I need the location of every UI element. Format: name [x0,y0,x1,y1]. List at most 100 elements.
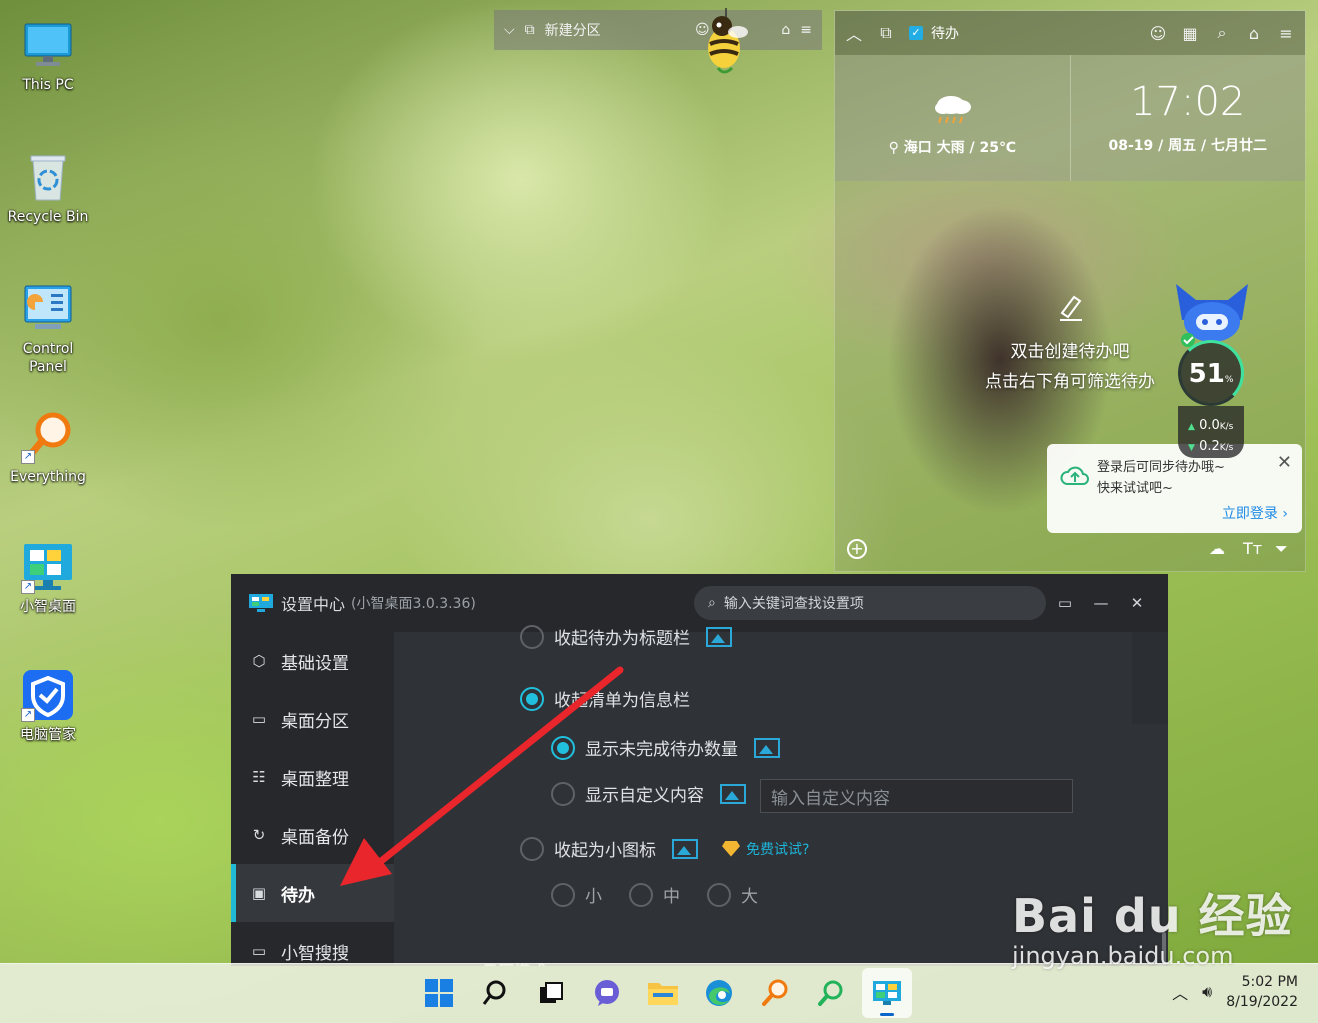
option-label: 收起为小图标 [554,841,656,861]
option-size-medium[interactable]: 中 [629,882,680,907]
radio-button[interactable] [551,781,575,806]
sidebar-item-backup[interactable]: ↻ 桌面备份 [231,806,394,864]
chevron-up-icon[interactable]: ︿ [1172,980,1188,1004]
radio-button[interactable] [551,735,575,760]
taskbar-search-button[interactable] [470,968,520,1018]
speaker-icon[interactable]: 🔊︎ [1202,982,1212,1002]
checkbox-icon[interactable]: ✓ [909,26,923,40]
empty-hint-line2: 点击右下角可筛选待办 [985,372,1155,392]
desktop-icon-control-panel[interactable]: Control Panel [4,282,92,376]
clock-date: 08-19 / 周五 / 七月廿二 [1108,138,1268,154]
menu-icon[interactable]: ≡ [800,22,812,38]
search-icon [482,980,506,1005]
radio-button[interactable] [551,882,575,907]
filter-icon[interactable]: ⏷ [1275,539,1288,559]
desktop-icon-everything[interactable]: ↗ Everything [4,410,92,486]
option-collapse-small-icon[interactable]: 收起为小图标 免费试试? [520,836,809,861]
free-trial-link[interactable]: 免费试试? [722,839,809,859]
add-todo-icon[interactable]: + [847,539,867,559]
radio-button[interactable] [707,882,731,907]
taskbar-clock[interactable]: 5:02 PM 8/19/2022 [1226,972,1298,1012]
skin-icon[interactable]: ⌂ [781,22,790,38]
weather-location: ⚲ 海口 大雨 / 25℃ [835,137,1070,157]
weather-panel[interactable]: ⚲ 海口 大雨 / 25℃ [835,55,1071,181]
sidebar-item-label: 桌面备份 [281,827,349,848]
memory-usage-ring: 51% [1178,340,1244,406]
menu-icon[interactable]: ≡ [1277,24,1295,43]
minimize-button[interactable]: — [1084,594,1118,612]
sidebar-item-organize[interactable]: ☷ 桌面整理 [231,748,394,806]
image-preview-icon[interactable] [672,838,698,859]
option-collapse-title-bar[interactable]: 收起待办为标题栏 [520,624,732,649]
sidebar-item-todo[interactable]: ▣ 待办 [231,864,394,922]
shortcut-arrow-icon: ↗ [21,580,35,594]
empty-hint-line1: 双击创建待办吧 [1010,342,1130,362]
skin-icon[interactable]: ⌂ [1245,24,1263,43]
chevron-down-icon[interactable]: ⌵ [504,22,515,38]
settings-version: (小智桌面3.0.3.36) [351,596,476,612]
desktop-icon-label: Recycle Bin [7,209,89,225]
option-collapse-info-bar[interactable]: 收起清单为信息栏 [520,686,690,711]
desktop-icon-recycle-bin[interactable]: Recycle Bin [4,150,92,226]
cloud-sync-icon[interactable]: ☁ [1209,539,1225,558]
desktop-icon-pc-manager[interactable]: ↗ 电脑管家 [4,668,92,744]
todo-empty-hint[interactable]: 双击创建待办吧 点击右下角可筛选待办 [965,291,1175,397]
feedback-icon[interactable]: ▭ [1048,594,1082,612]
search-tool-taskbar-button[interactable] [806,968,856,1018]
option-show-unfinished-count[interactable]: 显示未完成待办数量 [551,735,780,760]
radio-button[interactable] [520,686,544,711]
everything-taskbar-button[interactable] [750,968,800,1018]
user-icon[interactable]: ☺ [1149,24,1167,43]
sidebar-item-basic[interactable]: ⬡ 基础设置 [231,632,394,690]
radio-button[interactable] [520,836,544,861]
image-preview-icon[interactable] [720,783,746,804]
option-show-custom-content[interactable]: 显示自定义内容 [551,781,746,806]
start-button[interactable] [414,968,464,1018]
taskbar-time: 5:02 PM [1241,974,1298,990]
todo-footer: + ☁ Tт ⏷ [835,529,1305,571]
chat-icon [595,980,619,1006]
file-explorer-button[interactable] [638,968,688,1018]
option-size-large[interactable]: 大 [707,882,758,907]
close-button[interactable]: ✕ [1120,594,1154,612]
settings-search-input[interactable]: ⌕ 输入关键词查找设置项 [694,586,1046,620]
taskbar: ︿ 🔊︎ 5:02 PM 8/19/2022 [0,963,1318,1023]
network-speed-ball[interactable]: 51% ▲ 0.0K/s ▼ 0.2K/s [1172,280,1252,460]
sidebar-item-partition[interactable]: ▭ 桌面分区 [231,690,394,748]
partition-label[interactable]: 新建分区 [545,20,601,40]
monitor-icon [21,18,75,72]
todo-header: ︿ ⧉ ✓ 待办 ☺ ▦ ⌕ ⌂ ≡ [835,11,1305,55]
memory-percent: 51 [1188,359,1225,389]
radio-button[interactable] [520,624,544,649]
green-search-icon [818,980,843,1006]
calendar-icon[interactable]: ▦ [1181,24,1199,43]
teams-chat-button[interactable] [582,968,632,1018]
option-label: 收起待办为标题栏 [554,629,690,649]
desktop-icon-xiaozhi[interactable]: ↗ 小智桌面 [4,540,92,616]
image-preview-icon[interactable] [706,626,732,647]
xiaozhi-taskbar-button[interactable] [862,968,912,1018]
sidebar-item-label: 基础设置 [281,653,349,674]
custom-content-input[interactable]: 输入自定义内容 [760,779,1073,813]
login-now-link[interactable]: 立即登录 › [1222,503,1288,523]
desktop-icon-this-pc[interactable]: This PC [4,18,92,94]
task-view-button[interactable] [526,968,576,1018]
font-size-icon[interactable]: Tт [1243,539,1262,558]
pin-window-icon[interactable]: ⧉ [877,23,895,43]
sidebar-item-search[interactable]: ▭ 小智搜搜 [231,922,394,966]
download-rate: 0.2 [1199,439,1220,454]
xiaozhi-desktop-icon: ↗ [21,540,75,594]
search-icon[interactable]: ⌕ [1213,23,1231,43]
option-label: 小 [585,887,602,907]
image-preview-icon[interactable] [754,737,780,758]
option-label: 大 [741,887,758,907]
radio-button[interactable] [629,882,653,907]
close-icon[interactable]: ✕ [1277,452,1292,473]
rate-unit: K/s [1219,443,1234,453]
shortcut-arrow-icon: ↗ [21,708,35,722]
chevron-up-icon[interactable]: ︿ [845,21,863,45]
taskbar-date: 8/19/2022 [1226,994,1298,1010]
edge-browser-button[interactable] [694,968,744,1018]
option-label: 收起清单为信息栏 [554,691,690,711]
option-size-small[interactable]: 小 [551,882,602,907]
